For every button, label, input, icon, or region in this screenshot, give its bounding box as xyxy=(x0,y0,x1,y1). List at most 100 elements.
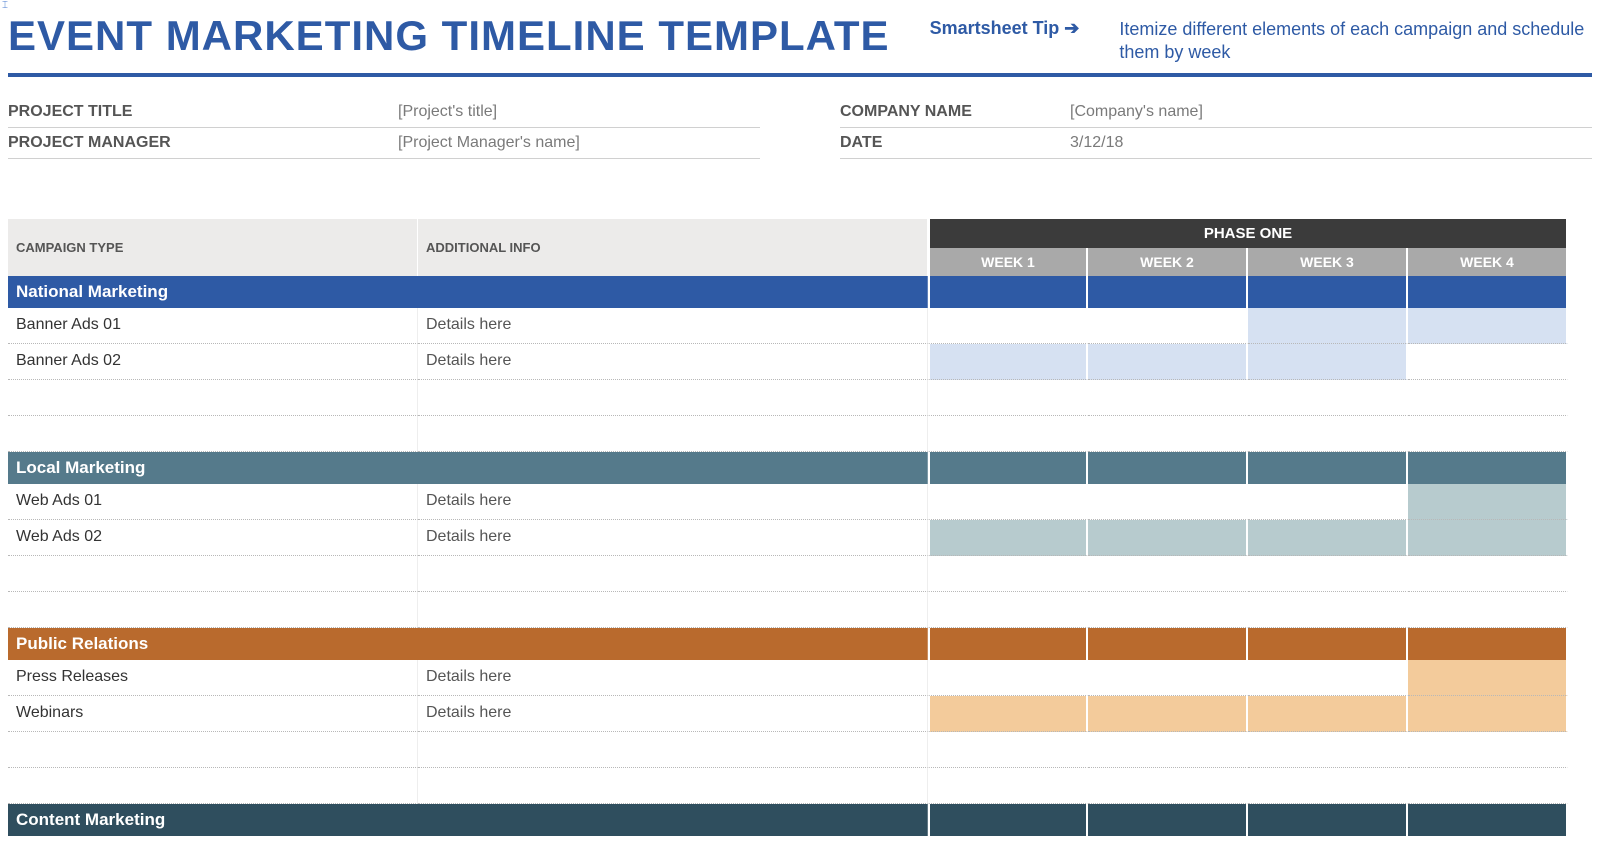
week-cell[interactable] xyxy=(1408,416,1568,452)
section-header-fill xyxy=(1088,452,1248,484)
header-phase: PHASE ONE xyxy=(928,219,1568,248)
week-cell[interactable] xyxy=(1088,416,1248,452)
week-cell[interactable] xyxy=(1248,592,1408,628)
week-cell[interactable] xyxy=(1248,556,1408,592)
meta-value[interactable]: 3/12/18 xyxy=(1070,134,1123,152)
week-cell[interactable] xyxy=(1088,732,1248,768)
additional-info[interactable]: Details here xyxy=(418,308,928,344)
additional-info[interactable]: Details here xyxy=(418,484,928,520)
meta-row: PROJECT MANAGER[Project Manager's name] xyxy=(8,128,760,159)
empty-info[interactable] xyxy=(418,732,928,768)
campaign-name[interactable]: Banner Ads 02 xyxy=(8,344,418,380)
week-cell[interactable] xyxy=(1088,660,1248,696)
week-cell[interactable] xyxy=(1408,344,1568,380)
campaign-name[interactable]: Press Releases xyxy=(8,660,418,696)
header-week: WEEK 3 xyxy=(1248,248,1408,276)
empty-info[interactable] xyxy=(418,592,928,628)
week-cell[interactable] xyxy=(1088,696,1248,732)
week-cell[interactable] xyxy=(1088,484,1248,520)
week-cell[interactable] xyxy=(928,696,1088,732)
week-cell[interactable] xyxy=(1088,308,1248,344)
week-cell[interactable] xyxy=(1088,592,1248,628)
week-cell[interactable] xyxy=(1408,732,1568,768)
week-cell[interactable] xyxy=(1088,768,1248,804)
week-cell[interactable] xyxy=(1408,484,1568,520)
week-cell[interactable] xyxy=(1088,520,1248,556)
additional-info[interactable]: Details here xyxy=(418,520,928,556)
empty-info[interactable] xyxy=(418,768,928,804)
meta-row: DATE3/12/18 xyxy=(840,128,1592,159)
empty-campaign[interactable] xyxy=(8,556,418,592)
week-cell[interactable] xyxy=(928,660,1088,696)
campaign-name[interactable]: Web Ads 01 xyxy=(8,484,418,520)
empty-campaign[interactable] xyxy=(8,592,418,628)
campaign-name[interactable]: Webinars xyxy=(8,696,418,732)
section-header-fill xyxy=(1088,804,1248,836)
week-cell[interactable] xyxy=(928,768,1088,804)
additional-info[interactable]: Details here xyxy=(418,696,928,732)
section-header: Local Marketing xyxy=(8,452,928,484)
week-cell[interactable] xyxy=(1248,380,1408,416)
page-title: EVENT MARKETING TIMELINE TEMPLATE xyxy=(8,12,890,60)
week-cell[interactable] xyxy=(1088,380,1248,416)
section-header-fill xyxy=(1248,276,1408,308)
meta-block: PROJECT TITLE[Project's title] PROJECT MA… xyxy=(8,97,1592,159)
section-header-fill xyxy=(1088,628,1248,660)
week-cell[interactable] xyxy=(1088,556,1248,592)
week-cell[interactable] xyxy=(1248,696,1408,732)
week-cell[interactable] xyxy=(928,520,1088,556)
meta-label: PROJECT TITLE xyxy=(8,103,398,121)
week-cell[interactable] xyxy=(928,380,1088,416)
week-cell[interactable] xyxy=(928,732,1088,768)
empty-info[interactable] xyxy=(418,556,928,592)
week-cell[interactable] xyxy=(1408,556,1568,592)
week-cell[interactable] xyxy=(1088,344,1248,380)
week-cell[interactable] xyxy=(928,592,1088,628)
tip-block: Smartsheet Tip ➔ Itemize different eleme… xyxy=(930,18,1592,65)
empty-info[interactable] xyxy=(418,416,928,452)
week-cell[interactable] xyxy=(1408,768,1568,804)
week-cell[interactable] xyxy=(928,308,1088,344)
empty-campaign[interactable] xyxy=(8,732,418,768)
campaign-name[interactable]: Web Ads 02 xyxy=(8,520,418,556)
header-week: WEEK 2 xyxy=(1088,248,1248,276)
additional-info[interactable]: Details here xyxy=(418,660,928,696)
week-cell[interactable] xyxy=(928,484,1088,520)
meta-value[interactable]: [Project's title] xyxy=(398,103,497,121)
week-cell[interactable] xyxy=(1248,344,1408,380)
meta-col-right: COMPANY NAME[Company's name]DATE3/12/18 xyxy=(840,97,1592,159)
week-cell[interactable] xyxy=(1248,520,1408,556)
week-cell[interactable] xyxy=(1408,308,1568,344)
empty-campaign[interactable] xyxy=(8,380,418,416)
week-cell[interactable] xyxy=(1408,660,1568,696)
week-cell[interactable] xyxy=(1408,696,1568,732)
section-header-fill xyxy=(928,804,1088,836)
week-cell[interactable] xyxy=(1248,308,1408,344)
section-header-fill xyxy=(1408,452,1568,484)
week-cell[interactable] xyxy=(1248,732,1408,768)
week-cell[interactable] xyxy=(928,344,1088,380)
meta-value[interactable]: [Company's name] xyxy=(1070,103,1203,121)
section-header-fill xyxy=(928,276,1088,308)
week-cell[interactable] xyxy=(1408,520,1568,556)
week-cell[interactable] xyxy=(1408,380,1568,416)
empty-campaign[interactable] xyxy=(8,768,418,804)
empty-info[interactable] xyxy=(418,380,928,416)
tip-body: Itemize different elements of each campa… xyxy=(1119,18,1592,65)
empty-campaign[interactable] xyxy=(8,416,418,452)
additional-info[interactable]: Details here xyxy=(418,344,928,380)
meta-value[interactable]: [Project Manager's name] xyxy=(398,134,580,152)
section-header: Public Relations xyxy=(8,628,928,660)
week-cell[interactable] xyxy=(1248,416,1408,452)
week-cell[interactable] xyxy=(1248,768,1408,804)
week-cell[interactable] xyxy=(1408,592,1568,628)
section-header-fill xyxy=(1088,276,1248,308)
week-cell[interactable] xyxy=(1248,484,1408,520)
campaign-name[interactable]: Banner Ads 01 xyxy=(8,308,418,344)
tip-label: Smartsheet Tip ➔ xyxy=(930,18,1080,65)
week-cell[interactable] xyxy=(1248,660,1408,696)
week-cell[interactable] xyxy=(928,416,1088,452)
section-header-fill xyxy=(1248,628,1408,660)
week-cell[interactable] xyxy=(928,556,1088,592)
header-additional-info: ADDITIONAL INFO xyxy=(418,219,928,276)
